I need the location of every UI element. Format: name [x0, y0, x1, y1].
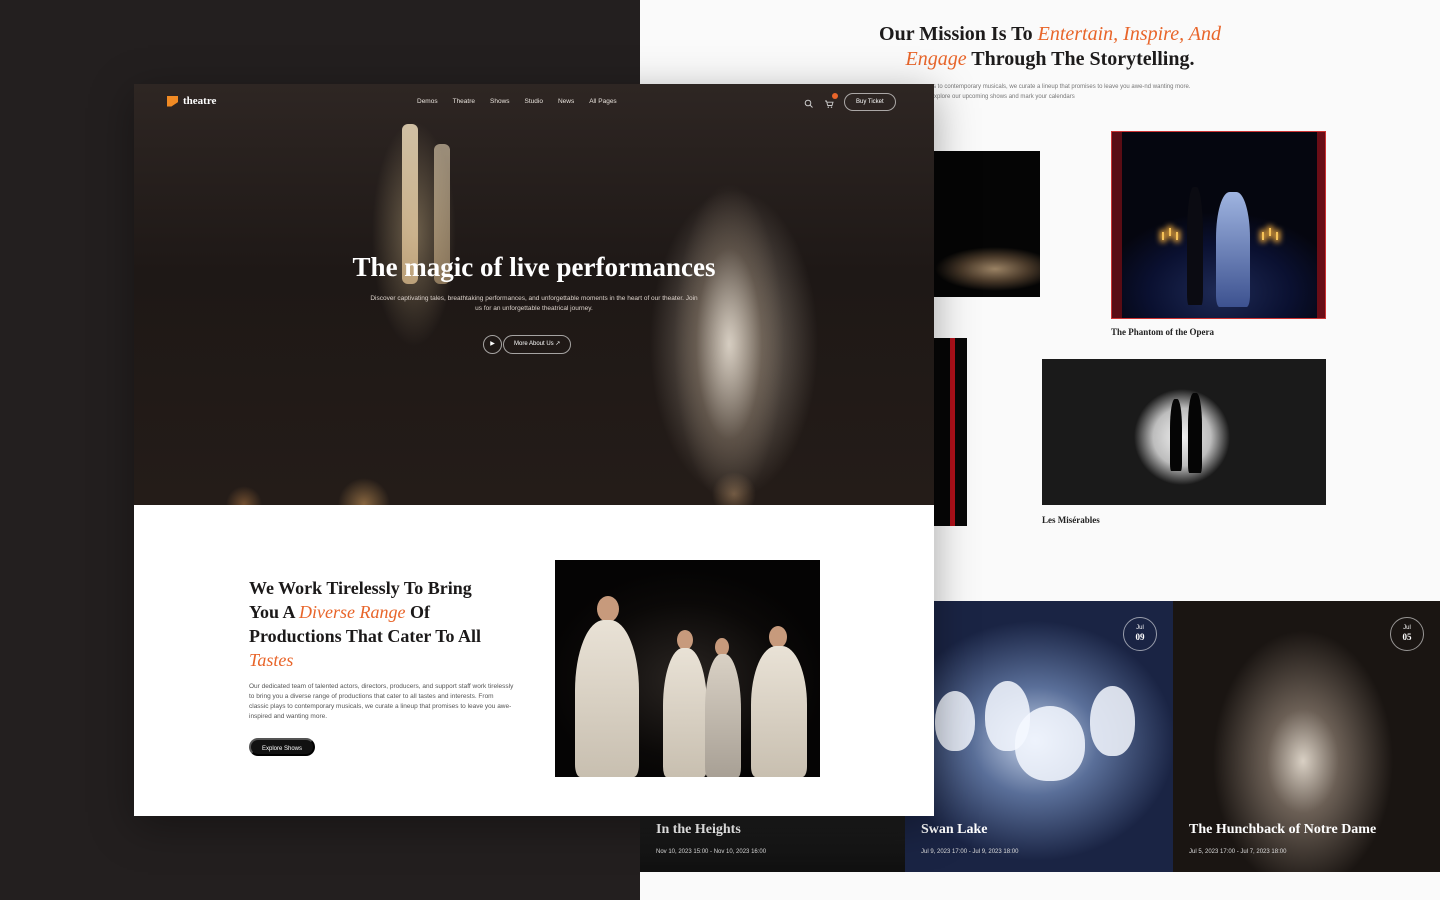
buy-ticket-button[interactable]: Buy Ticket: [844, 93, 896, 111]
event-title[interactable]: In the Heights: [656, 822, 741, 838]
about-title-line-3: Productions That Cater To All: [249, 626, 482, 646]
mission-title: Our Mission Is To Entertain, Inspire, An…: [790, 22, 1310, 72]
logo[interactable]: theatre: [167, 95, 216, 107]
about-section: We Work Tirelessly To Bring You A Divers…: [134, 505, 934, 816]
event-card[interactable]: Jul 09 Swan Lake Jul 9, 2023 17:00 - Jul…: [905, 601, 1173, 872]
about-title-line-2a: You A: [249, 602, 300, 622]
nav-demos[interactable]: Demos: [417, 98, 438, 105]
explore-shows-button[interactable]: Explore Shows: [249, 738, 316, 756]
badge-month: Jul: [1136, 625, 1144, 631]
show-caption[interactable]: Les Misérables: [1042, 515, 1100, 525]
mission-description: ys to contemporary musicals, we curate a…: [930, 84, 1191, 100]
badge-day: 09: [1135, 632, 1145, 642]
nav-news[interactable]: News: [558, 98, 574, 105]
main-screenshot: theatre Demos Theatre Shows Studio News …: [134, 84, 934, 816]
show-image-phantom[interactable]: [1111, 131, 1326, 319]
about-title-accent: Diverse Range: [299, 602, 406, 622]
about-title-line-1: We Work Tirelessly To Bring: [249, 578, 472, 598]
nav-theatre[interactable]: Theatre: [453, 98, 475, 105]
mission-title-accent-2: Engage: [905, 48, 967, 70]
event-card[interactable]: Jul 05 The Hunchback of Notre Dame Jul 5…: [1173, 601, 1440, 872]
event-date-badge: Jul 05: [1390, 617, 1424, 651]
badge-month: Jul: [1403, 625, 1411, 631]
mission-title-end: Through The Storytelling.: [966, 48, 1195, 70]
about-title-line-2b: Of: [405, 602, 430, 622]
hero-description: Discover captivating tales, breathtaking…: [370, 295, 698, 312]
mission-title-accent: Entertain, Inspire, And: [1037, 23, 1221, 45]
about-title-accent-2: Tastes: [249, 650, 294, 670]
event-date: Nov 10, 2023 15:00 - Nov 10, 2023 16:00: [656, 849, 767, 855]
logo-icon: [167, 95, 178, 107]
show-image-les-miserables[interactable]: [1042, 359, 1326, 505]
hero-actions: ▶ More About Us ↗: [483, 335, 572, 354]
nav-menu: Demos Theatre Shows Studio News All Page…: [417, 98, 617, 105]
search-icon[interactable]: [804, 96, 814, 108]
event-title[interactable]: The Hunchback of Notre Dame: [1189, 822, 1376, 838]
show-caption[interactable]: The Phantom of the Opera: [1111, 327, 1214, 337]
about-description: Our dedicated team of talented actors, d…: [249, 683, 514, 720]
event-title[interactable]: Swan Lake: [921, 822, 988, 838]
hero-section: theatre Demos Theatre Shows Studio News …: [134, 84, 934, 505]
nav-studio[interactable]: Studio: [525, 98, 543, 105]
more-about-us-button[interactable]: More About Us ↗: [503, 335, 572, 354]
cart-badge: [832, 93, 838, 99]
badge-day: 05: [1402, 632, 1412, 642]
nav-shows[interactable]: Shows: [490, 98, 510, 105]
actors-image: [555, 560, 820, 777]
mission-title-start: Our Mission Is To: [879, 23, 1038, 45]
logo-text: theatre: [183, 95, 217, 107]
event-date-badge: Jul 09: [1123, 617, 1157, 651]
nav-icons: [804, 93, 838, 108]
cart-icon[interactable]: [824, 93, 838, 108]
nav-all-pages[interactable]: All Pages: [589, 98, 616, 105]
hero-title: The magic of live performances: [352, 252, 716, 282]
about-title: We Work Tirelessly To Bring You A Divers…: [249, 576, 509, 672]
navbar: theatre Demos Theatre Shows Studio News …: [134, 84, 934, 120]
event-date: Jul 9, 2023 17:00 - Jul 9, 2023 18:00: [921, 849, 1019, 855]
event-date: Jul 5, 2023 17:00 - Jul 7, 2023 18:00: [1189, 849, 1287, 855]
play-icon[interactable]: ▶: [483, 335, 502, 354]
